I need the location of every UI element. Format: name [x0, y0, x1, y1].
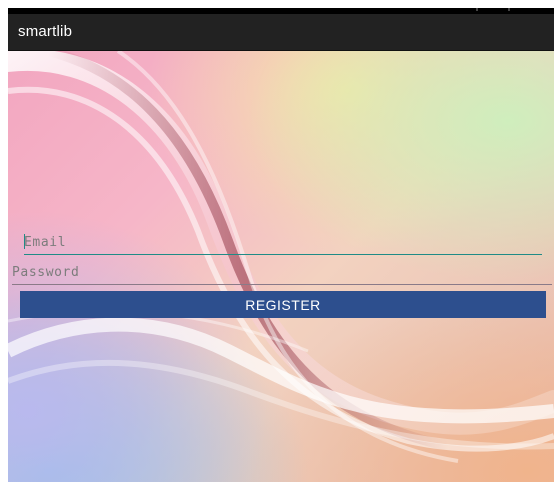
action-bar: smartlib: [8, 14, 554, 51]
email-underline: [24, 254, 542, 255]
app-title: smartlib: [18, 23, 73, 40]
password-field[interactable]: [12, 261, 552, 285]
email-field[interactable]: [24, 231, 542, 255]
email-input[interactable]: [24, 231, 542, 253]
status-icon: [476, 8, 510, 11]
password-input[interactable]: [12, 261, 552, 283]
app-window: smartlib Email REGISTER: [8, 8, 554, 482]
text-cursor: [24, 234, 25, 249]
password-underline: [12, 284, 552, 285]
register-button[interactable]: REGISTER: [20, 291, 546, 318]
background-wallpaper: REGISTER: [8, 51, 554, 482]
